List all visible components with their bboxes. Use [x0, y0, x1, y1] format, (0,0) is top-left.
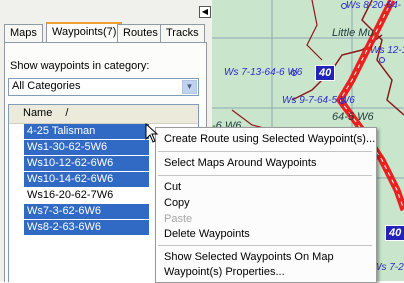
tab-maps[interactable]: Maps [4, 24, 43, 42]
dropdown-arrow-icon[interactable]: ▼ [182, 80, 197, 94]
list-item[interactable]: Ws10-12-62-6W6 [24, 156, 149, 171]
category-label: Show waypoints in category: [10, 60, 150, 72]
map-waypoint-label: Ws 9-7-64-5 W6 [282, 95, 355, 106]
menu-item-cut[interactable]: Cut [164, 180, 181, 195]
menu-separator [158, 175, 372, 176]
highway-shield: 40 [315, 65, 336, 81]
map-waypoint-label: Ws 12-16- [370, 45, 404, 56]
tab-routes[interactable]: Routes [117, 24, 164, 42]
list-header[interactable]: Name / [9, 105, 198, 124]
menu-item-paste: Paste [164, 213, 193, 225]
list-item[interactable]: Ws16-20-62-7W6 [24, 188, 149, 203]
mouse-pointer-icon [145, 123, 159, 143]
menu-item-copy[interactable]: Copy [164, 196, 190, 211]
category-select-value: All Categories [12, 80, 81, 92]
sort-indicator: / [65, 107, 69, 119]
tab-waypoints[interactable]: Waypoints(7) [46, 22, 123, 44]
map-waypoint-label: 64-5 W6 [332, 111, 374, 123]
menu-separator [158, 151, 372, 152]
menu-item-show-on-map[interactable]: Show Selected Waypoints On Map [164, 250, 334, 265]
menu-item-properties[interactable]: Waypoint(s) Properties... [164, 265, 285, 280]
menu-separator [158, 245, 372, 246]
name-column-label: Name [23, 107, 53, 119]
category-select[interactable]: All Categories ▼ [8, 78, 199, 96]
map-waypoint-label: Ws 8-20-64- [346, 0, 402, 11]
menu-item-create-route[interactable]: Create Route using Selected Waypoint(s).… [164, 132, 375, 147]
highway-shield: 40 [385, 225, 404, 241]
map-place-label: Little Mu [332, 27, 374, 39]
list-item[interactable]: Ws8-2-63-6W6 [24, 220, 149, 235]
context-menu: Create Route using Selected Waypoint(s).… [155, 127, 377, 283]
list-item[interactable]: 4-25 Talisman [24, 124, 149, 139]
tab-tracks[interactable]: Tracks [160, 24, 205, 42]
menu-item-delete-waypoints[interactable]: Delete Waypoints [164, 227, 250, 242]
collapse-arrow-icon[interactable]: ◀ [199, 6, 211, 18]
list-item[interactable]: Ws10-14-62-6W6 [24, 172, 149, 187]
name-column-header[interactable]: Name / [23, 107, 68, 119]
tab-bar: Maps Waypoints(7) Routes Tracks [4, 22, 209, 44]
list-item[interactable]: Ws7-3-62-6W6 [24, 204, 149, 219]
list-item[interactable]: Ws1-30-62-5W6 [24, 140, 149, 155]
map-waypoint-label: Ws 7-13-64-6 W6 [224, 67, 303, 78]
menu-item-select-maps[interactable]: Select Maps Around Waypoints [164, 156, 316, 171]
